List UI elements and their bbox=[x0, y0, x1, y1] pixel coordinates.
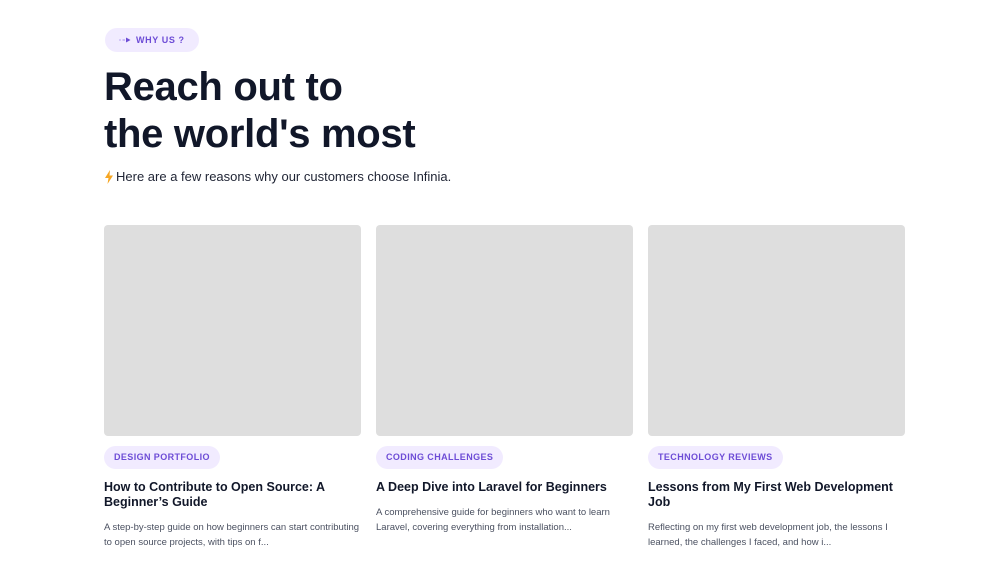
blog-card-list: DESIGN PORTFOLIO How to Contribute to Op… bbox=[104, 225, 905, 550]
hero-title: Reach out to the world's most bbox=[104, 64, 604, 158]
card-thumbnail[interactable] bbox=[104, 225, 361, 436]
card-description: A step-by-step guide on how beginners ca… bbox=[104, 522, 360, 548]
card-title[interactable]: Lessons from My First Web Development Jo… bbox=[648, 480, 905, 510]
page: WHY US ? Reach out to the world's most H… bbox=[0, 0, 1000, 586]
hero-subtitle: Here are a few reasons why our customers… bbox=[104, 169, 451, 184]
why-us-label: WHY US ? bbox=[136, 35, 185, 45]
card-description: Reflecting on my first web development j… bbox=[648, 522, 888, 548]
card-title[interactable]: How to Contribute to Open Source: A Begi… bbox=[104, 480, 361, 510]
card-description: A comprehensive guide for beginners who … bbox=[376, 507, 610, 533]
blog-card[interactable]: CODING CHALLENGES A Deep Dive into Larav… bbox=[376, 225, 633, 550]
card-category-tag[interactable]: CODING CHALLENGES bbox=[376, 446, 504, 469]
blog-card[interactable]: TECHNOLOGY REVIEWS Lessons from My First… bbox=[648, 225, 905, 550]
blog-card[interactable]: DESIGN PORTFOLIO How to Contribute to Op… bbox=[104, 225, 361, 550]
why-us-badge: WHY US ? bbox=[105, 28, 199, 52]
card-thumbnail[interactable] bbox=[648, 225, 905, 436]
hero-subtitle-text: Here are a few reasons why our customers… bbox=[116, 169, 452, 184]
hero-title-line-1: Reach out to bbox=[104, 65, 343, 109]
lightning-bolt-icon bbox=[104, 169, 114, 184]
arrow-right-icon bbox=[119, 37, 131, 43]
card-category-tag[interactable]: TECHNOLOGY REVIEWS bbox=[648, 446, 783, 469]
card-thumbnail[interactable] bbox=[376, 225, 633, 436]
card-title[interactable]: A Deep Dive into Laravel for Beginners bbox=[376, 480, 633, 495]
hero-title-line-2: the world's most bbox=[104, 112, 416, 156]
card-category-tag[interactable]: DESIGN PORTFOLIO bbox=[104, 446, 220, 469]
